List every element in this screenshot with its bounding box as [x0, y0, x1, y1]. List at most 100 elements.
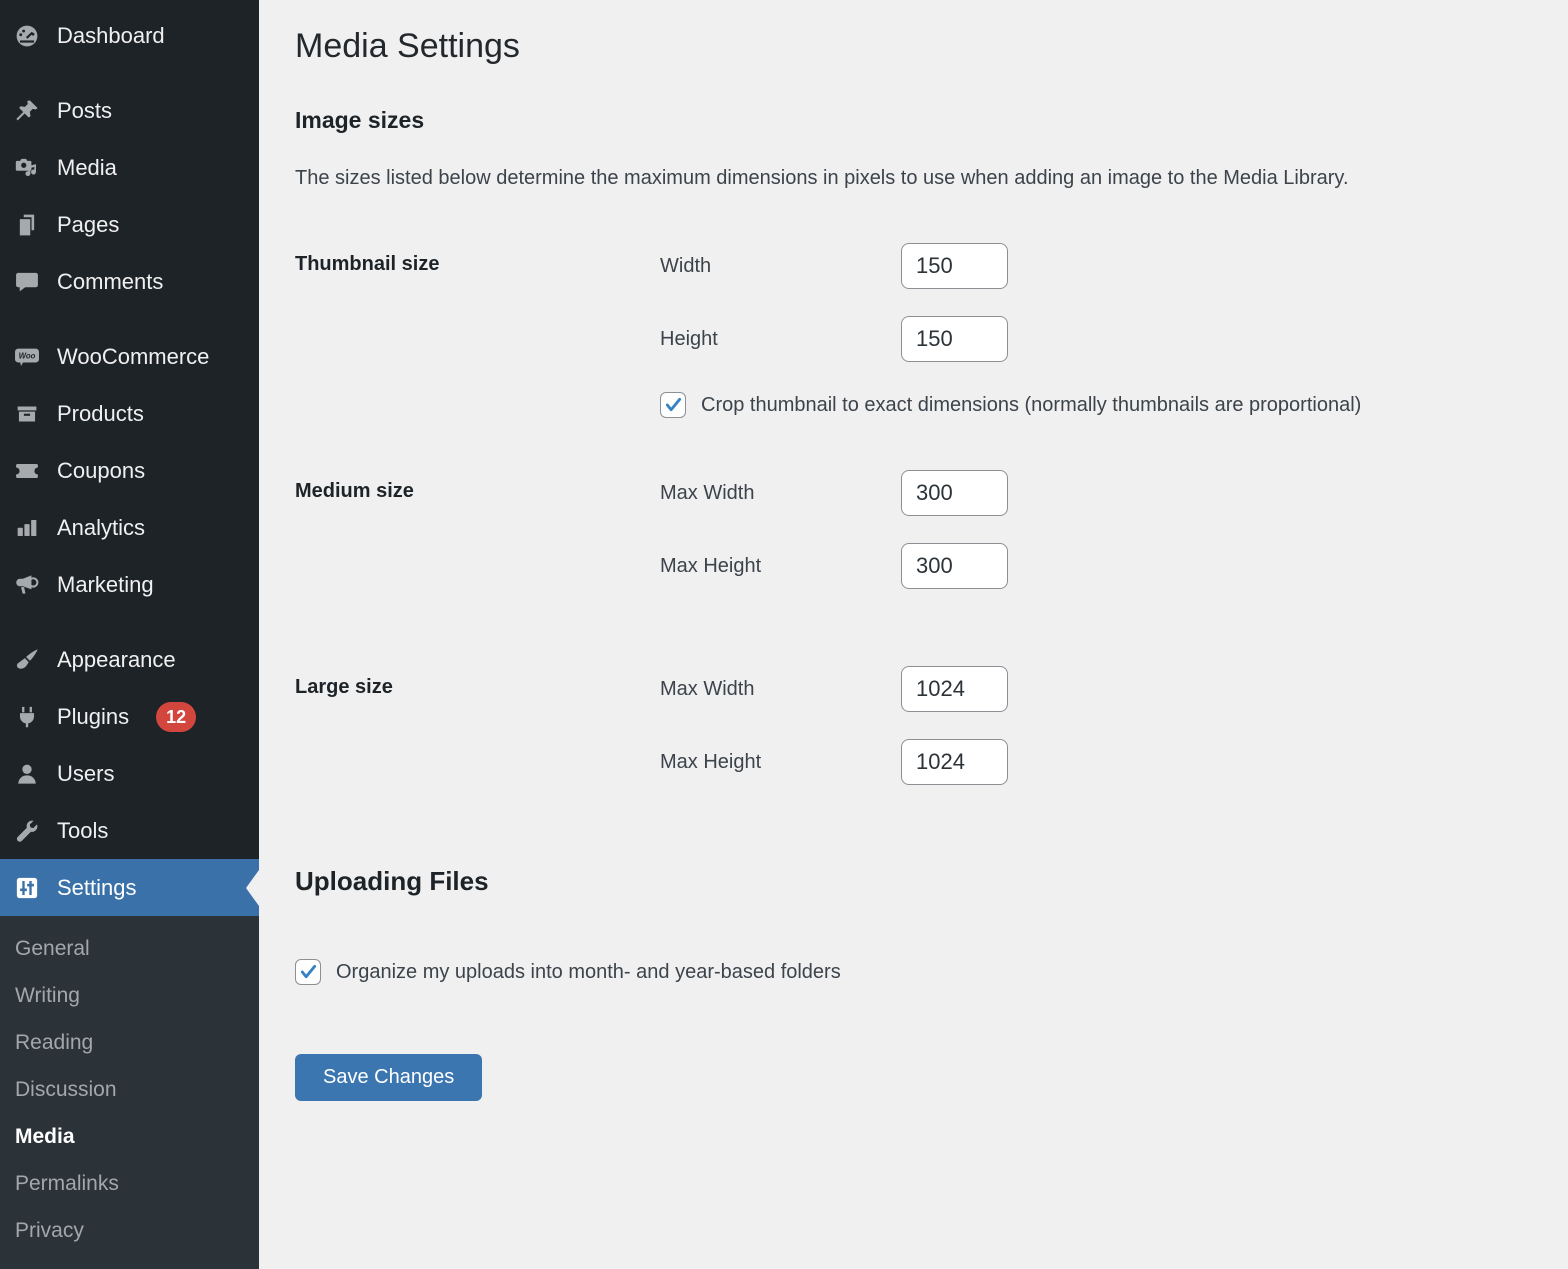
large-max-width-input[interactable]: [901, 666, 1008, 712]
sidebar-item-label: Plugins: [57, 704, 129, 730]
menu-separator: [0, 613, 259, 631]
sidebar-item-media[interactable]: Media: [0, 139, 259, 196]
sidebar-item-label: Posts: [57, 98, 112, 124]
settings-submenu-reading[interactable]: Reading: [0, 1020, 259, 1067]
thumbnail-height-input[interactable]: [901, 316, 1008, 362]
menu-separator: [0, 64, 259, 82]
thumbnail-size-row: Thumbnail size Width Height Crop thumbna…: [295, 243, 1528, 418]
settings-submenu-discussion[interactable]: Discussion: [0, 1067, 259, 1114]
main-content: Media Settings Image sizes The sizes lis…: [259, 0, 1568, 1259]
sidebar-item-label: Settings: [57, 875, 137, 901]
large-max-height-input[interactable]: [901, 739, 1008, 785]
sidebar-item-tools[interactable]: Tools: [0, 802, 259, 859]
sidebar-item-label: Appearance: [57, 647, 176, 673]
woocommerce-bubble-icon: Woo: [14, 344, 40, 370]
settings-submenu-general[interactable]: General: [0, 926, 259, 973]
large-size-fields: Max Width Max Height: [660, 666, 1008, 785]
sidebar-item-label: Media: [57, 155, 117, 181]
paintbrush-icon: [14, 647, 40, 673]
user-icon: [14, 761, 40, 787]
medium-max-height-input[interactable]: [901, 543, 1008, 589]
max-width-label: Max Width: [660, 678, 901, 701]
sidebar-item-label: Dashboard: [57, 23, 165, 49]
crop-thumbnail-line: Crop thumbnail to exact dimensions (norm…: [660, 392, 1361, 418]
crop-thumbnail-label[interactable]: Crop thumbnail to exact dimensions (norm…: [701, 394, 1361, 417]
max-height-label: Max Height: [660, 555, 901, 578]
admin-sidebar: Dashboard Posts Media Pages Commen: [0, 0, 259, 1259]
svg-text:Woo: Woo: [19, 351, 36, 360]
sidebar-item-analytics[interactable]: Analytics: [0, 499, 259, 556]
large-size-row: Large size Max Width Max Height: [295, 666, 1528, 785]
settings-submenu: General Writing Reading Discussion Media…: [0, 916, 259, 1269]
sidebar-item-posts[interactable]: Posts: [0, 82, 259, 139]
height-label: Height: [660, 328, 901, 351]
box-icon: [14, 401, 40, 427]
pages-icon: [14, 212, 40, 238]
medium-max-width-line: Max Width: [660, 470, 1008, 516]
sidebar-item-woocommerce[interactable]: Woo WooCommerce: [0, 328, 259, 385]
pushpin-icon: [14, 98, 40, 124]
sidebar-item-label: Users: [57, 761, 114, 787]
image-sizes-heading: Image sizes: [295, 106, 1528, 134]
thumbnail-size-fields: Width Height Crop thumbnail to exact dim…: [660, 243, 1361, 418]
camera-icon: [14, 155, 40, 181]
sidebar-item-marketing[interactable]: Marketing: [0, 556, 259, 613]
medium-max-width-input[interactable]: [901, 470, 1008, 516]
sidebar-item-label: WooCommerce: [57, 344, 209, 370]
sliders-icon: [14, 875, 40, 901]
ticket-icon: [14, 458, 40, 484]
checkmark-icon: [299, 963, 318, 982]
large-max-width-line: Max Width: [660, 666, 1008, 712]
max-width-label: Max Width: [660, 482, 901, 505]
settings-submenu-media[interactable]: Media: [0, 1114, 259, 1161]
sidebar-item-label: Marketing: [57, 572, 154, 598]
settings-submenu-permalinks[interactable]: Permalinks: [0, 1161, 259, 1208]
sidebar-item-plugins[interactable]: Plugins 12: [0, 688, 259, 745]
menu-separator: [0, 310, 259, 328]
sidebar-item-label: Analytics: [57, 515, 145, 541]
settings-submenu-writing[interactable]: Writing: [0, 973, 259, 1020]
current-menu-arrow: [246, 870, 259, 906]
medium-size-label: Medium size: [295, 470, 660, 589]
medium-size-row: Medium size Max Width Max Height: [295, 470, 1528, 589]
sidebar-item-appearance[interactable]: Appearance: [0, 631, 259, 688]
plug-icon: [14, 704, 40, 730]
crop-thumbnail-checkbox[interactable]: [660, 392, 686, 418]
sidebar-item-dashboard[interactable]: Dashboard: [0, 7, 259, 64]
admin-menu: Dashboard Posts Media Pages Commen: [0, 0, 259, 1269]
megaphone-icon: [14, 572, 40, 598]
organize-uploads-label[interactable]: Organize my uploads into month- and year…: [336, 961, 841, 984]
sidebar-item-coupons[interactable]: Coupons: [0, 442, 259, 499]
comment-bubble-icon: [14, 269, 40, 295]
sidebar-item-users[interactable]: Users: [0, 745, 259, 802]
checkmark-icon: [664, 396, 683, 415]
medium-size-fields: Max Width Max Height: [660, 470, 1008, 589]
sidebar-item-label: Pages: [57, 212, 119, 238]
sidebar-item-label: Tools: [57, 818, 108, 844]
thumbnail-width-input[interactable]: [901, 243, 1008, 289]
organize-uploads-line: Organize my uploads into month- and year…: [295, 959, 1528, 985]
sidebar-item-pages[interactable]: Pages: [0, 196, 259, 253]
sidebar-item-comments[interactable]: Comments: [0, 253, 259, 310]
large-size-label: Large size: [295, 666, 660, 785]
page-title: Media Settings: [295, 25, 1528, 67]
thumbnail-height-line: Height: [660, 316, 1361, 362]
uploading-files-heading: Uploading Files: [295, 865, 1528, 897]
width-label: Width: [660, 255, 901, 278]
wrench-icon: [14, 818, 40, 844]
thumbnail-width-line: Width: [660, 243, 1361, 289]
dashboard-icon: [14, 23, 40, 49]
bar-chart-icon: [14, 515, 40, 541]
settings-submenu-privacy[interactable]: Privacy: [0, 1208, 259, 1255]
medium-max-height-line: Max Height: [660, 543, 1008, 589]
sidebar-item-label: Comments: [57, 269, 163, 295]
sidebar-item-settings[interactable]: Settings: [0, 859, 259, 916]
plugins-count-badge: 12: [156, 702, 196, 732]
large-max-height-line: Max Height: [660, 739, 1008, 785]
sidebar-item-label: Products: [57, 401, 144, 427]
sidebar-item-products[interactable]: Products: [0, 385, 259, 442]
save-changes-button[interactable]: Save Changes: [295, 1054, 482, 1101]
max-height-label: Max Height: [660, 751, 901, 774]
organize-uploads-checkbox[interactable]: [295, 959, 321, 985]
image-sizes-description: The sizes listed below determine the max…: [295, 167, 1528, 190]
